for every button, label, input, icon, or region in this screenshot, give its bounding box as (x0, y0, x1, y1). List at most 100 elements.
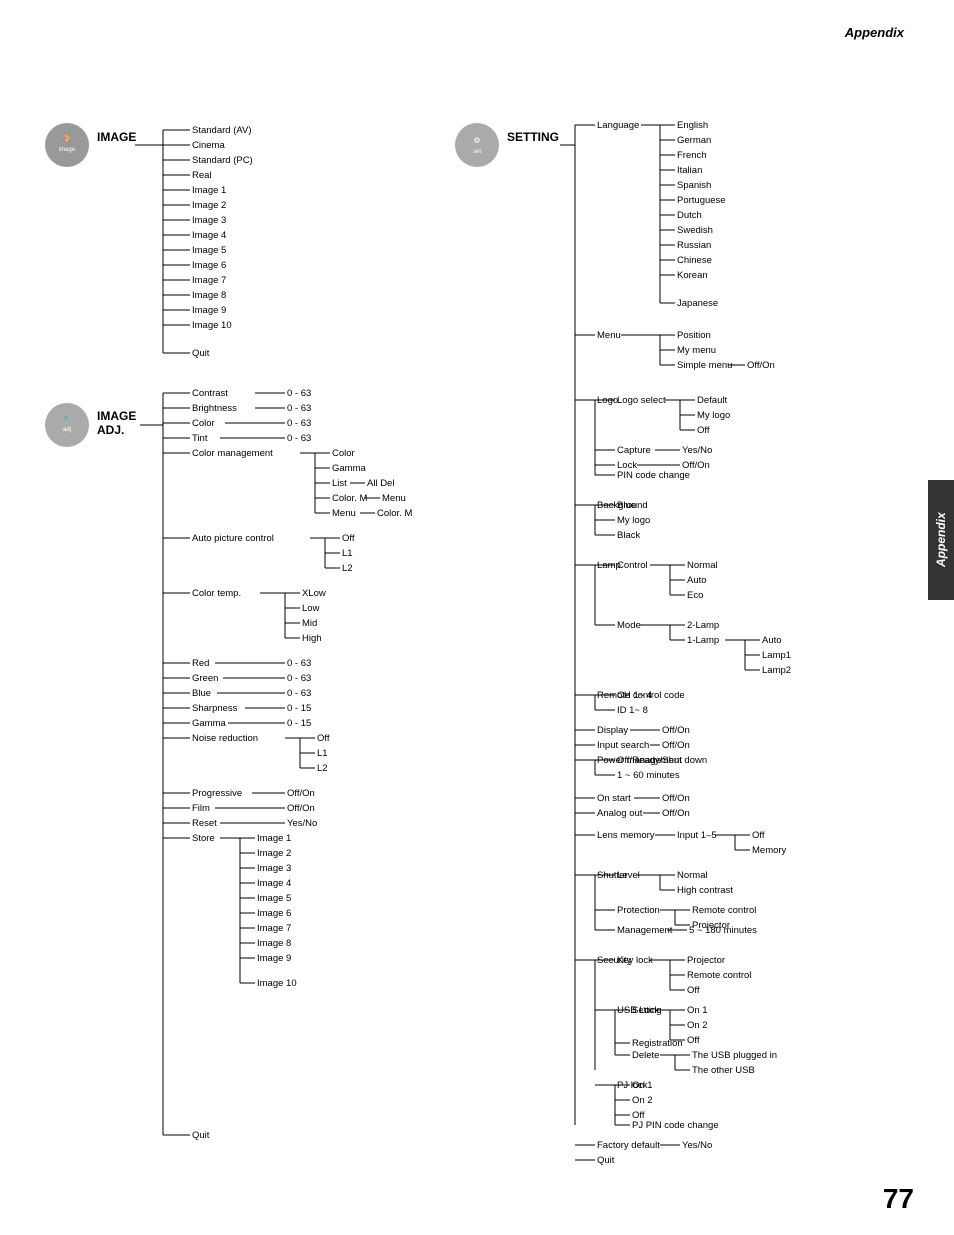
adj-value: 0 - 63 (287, 388, 311, 399)
pjlock-item: On 2 (632, 1095, 653, 1106)
usb-item: Delete (632, 1050, 659, 1061)
adj-sub-item: Image 10 (257, 978, 297, 989)
image-item: Image 7 (192, 275, 226, 286)
svg-text:🎨: 🎨 (63, 134, 72, 143)
adj-value: 0 - 63 (287, 688, 311, 699)
lamp-sub-item: Lamp1 (762, 650, 791, 661)
adj-item: Film (192, 803, 210, 814)
lang-item: Portuguese (677, 195, 726, 206)
image-label: IMAGE (97, 130, 136, 144)
setting-item: Lens memory (597, 830, 655, 841)
adj-value: 0 - 63 (287, 418, 311, 429)
adj-sub-item: Gamma (332, 463, 367, 474)
control-item: Auto (687, 575, 707, 586)
adj-sub-item: L1 (317, 748, 328, 759)
image-item: Image 5 (192, 245, 226, 256)
image-item: Image 10 (192, 320, 232, 331)
image-item: Cinema (192, 140, 225, 151)
shutter-item: Management (617, 925, 673, 936)
adj-sub-item: Image 4 (257, 878, 291, 889)
logo-sub-item: Yes/No (682, 445, 712, 456)
image-item: Image 4 (192, 230, 226, 241)
adj-sub-item: Color. M (377, 508, 412, 519)
adj-sub-item: Menu (332, 508, 356, 519)
adj-item: Color management (192, 448, 273, 459)
lamp-sub-item: Lamp2 (762, 665, 791, 676)
adj-sub-item: Mid (302, 618, 317, 629)
power-item: Off/Ready/Shut down (617, 755, 707, 766)
lamp-item: Mode (617, 620, 641, 631)
bg-item: Blue (617, 500, 636, 511)
lang-item: Korean (677, 270, 708, 281)
page-number: 77 (883, 1183, 914, 1215)
lang-item: Swedish (677, 225, 713, 236)
adj-sub-item: Color (332, 448, 355, 459)
adj-sub-item: Image 7 (257, 923, 291, 934)
setting-item: Display (597, 725, 628, 736)
image-item: Image 2 (192, 200, 226, 211)
usb-setting-item: Off (687, 1035, 700, 1046)
keylock-item: Projector (687, 955, 725, 966)
delete-item: The other USB (692, 1065, 755, 1076)
adj-value: Off/On (287, 803, 315, 814)
lang-item: French (677, 150, 707, 161)
image-item: Image 8 (192, 290, 226, 301)
lens-sub-item: Memory (752, 845, 787, 856)
adj-sub-item: Image 9 (257, 953, 291, 964)
level-item: Normal (677, 870, 708, 881)
adj-item: Brightness (192, 403, 237, 414)
adj-sub-item: Off (317, 733, 330, 744)
menu-sub-item: Off/On (747, 360, 775, 371)
adj-sub-item: Image 1 (257, 833, 291, 844)
keylock-item: Remote control (687, 970, 751, 981)
lens-sub-item: Off (752, 830, 765, 841)
lamp-item: Control (617, 560, 648, 571)
adj-item: Color (192, 418, 215, 429)
image-adj-label2: ADJ. (97, 423, 124, 437)
setting-item: Menu (597, 330, 621, 341)
adj-sub-item: XLow (302, 588, 326, 599)
usb-item: Registration (632, 1038, 683, 1049)
appendix-sidebar-label: Appendix (934, 513, 948, 568)
logo-item: PIN code change (617, 470, 690, 481)
svg-text:adj: adj (63, 427, 71, 433)
adj-value: 0 - 63 (287, 403, 311, 414)
adj-sub-item: Image 5 (257, 893, 291, 904)
adj-sub-item: L2 (317, 763, 328, 774)
setting-item: Input search (597, 740, 649, 751)
bg-item: My logo (617, 515, 650, 526)
adj-item: Sharpness (192, 703, 238, 714)
pjlock-item: PJ PIN code change (632, 1120, 719, 1131)
adj-value: Yes/No (287, 818, 317, 829)
image-item: Image 3 (192, 215, 226, 226)
image-item: Image 6 (192, 260, 226, 271)
logo-select-item: Default (697, 395, 727, 406)
lang-item: Japanese (677, 298, 718, 309)
adj-value: 0 - 63 (287, 673, 311, 684)
adj-sub-item: All Del (367, 478, 394, 489)
adj-item: Blue (192, 688, 211, 699)
image-adj-icon (45, 403, 89, 447)
page-container: Appendix 🎨 image IMAGE Standard (AV) Cin… (0, 0, 954, 1235)
setting-value: Off/On (662, 808, 690, 819)
adj-sub-item: Menu (382, 493, 406, 504)
setting-icon (455, 123, 499, 167)
setting-value: Yes/No (682, 1140, 712, 1151)
setting-item: Analog out (597, 808, 643, 819)
adj-value: 0 - 15 (287, 703, 311, 714)
lang-item: Russian (677, 240, 711, 251)
lamp-sub-item: Auto (762, 635, 782, 646)
lang-item: Spanish (677, 180, 711, 191)
delete-item: The USB plugged in (692, 1050, 777, 1061)
keylock-item: Off (687, 985, 700, 996)
adj-item: Gamma (192, 718, 227, 729)
setting-label: SETTING (507, 130, 559, 144)
image-item: Standard (AV) (192, 125, 252, 136)
adj-sub-item: Off (342, 533, 355, 544)
pjlock-item: On 1 (632, 1080, 653, 1091)
mode-item: 2-Lamp (687, 620, 719, 631)
adj-sub-item: Image 3 (257, 863, 291, 874)
adj-item: Quit (192, 1130, 210, 1141)
setting-item: Language (597, 120, 639, 131)
usb-setting-item: On 2 (687, 1020, 708, 1031)
